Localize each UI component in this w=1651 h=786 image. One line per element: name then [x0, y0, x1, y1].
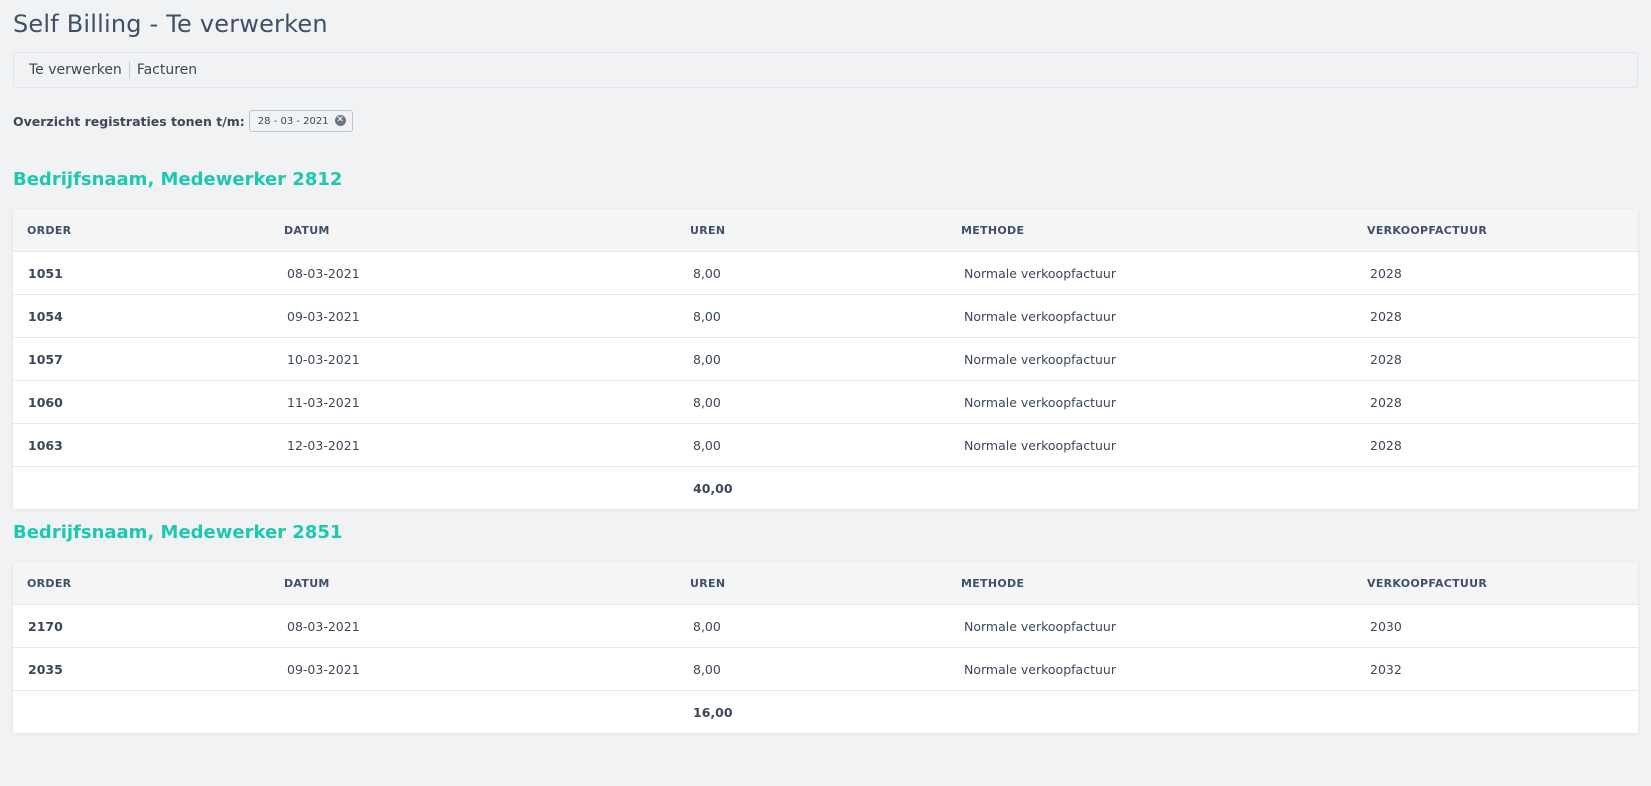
- cell-verkoopfactuur: 2030: [1370, 618, 1402, 634]
- cell-methode: Normale verkoopfactuur: [964, 351, 1116, 367]
- column-header-methode: METHODE: [961, 223, 1025, 237]
- page-title: Self Billing - Te verwerken: [13, 10, 328, 38]
- cell-methode: Normale verkoopfactuur: [964, 308, 1116, 324]
- column-header-order: ORDER: [27, 223, 72, 237]
- cell-uren: 8,00: [693, 351, 721, 367]
- cell-verkoopfactuur: 2028: [1370, 437, 1402, 453]
- table-row[interactable]: 1063 12-03-2021 8,00 Normale verkoopfact…: [13, 423, 1638, 466]
- cell-order: 1054: [28, 308, 63, 324]
- cell-order: 1060: [28, 394, 63, 410]
- column-header-uren: UREN: [690, 576, 726, 590]
- cell-order: 1051: [28, 265, 63, 281]
- tab-bar: Te verwerken Facturen: [13, 52, 1638, 88]
- table-header: ORDER DATUM UREN METHODE VERKOOPFACTUUR: [13, 562, 1638, 604]
- column-header-datum: DATUM: [284, 223, 330, 237]
- cell-methode: Normale verkoopfactuur: [964, 437, 1116, 453]
- cell-methode: Normale verkoopfactuur: [964, 265, 1116, 281]
- cell-methode: Normale verkoopfactuur: [964, 661, 1116, 677]
- column-header-verkoopfactuur: VERKOOPFACTUUR: [1367, 223, 1488, 237]
- table-row[interactable]: 1057 10-03-2021 8,00 Normale verkoopfact…: [13, 337, 1638, 380]
- table-row[interactable]: 2035 09-03-2021 8,00 Normale verkoopfact…: [13, 647, 1638, 690]
- tab-facturen[interactable]: Facturen: [130, 61, 204, 79]
- close-circle-icon[interactable]: ✕: [334, 114, 346, 126]
- column-header-datum: DATUM: [284, 576, 330, 590]
- cell-uren: 8,00: [693, 308, 721, 324]
- column-header-order: ORDER: [27, 576, 72, 590]
- cell-verkoopfactuur: 2028: [1370, 394, 1402, 410]
- tab-te-verwerken[interactable]: Te verwerken: [29, 61, 129, 79]
- cell-uren: 8,00: [693, 661, 721, 677]
- cell-datum: 12-03-2021: [287, 437, 360, 453]
- cell-datum: 08-03-2021: [287, 265, 360, 281]
- group-title: Bedrijfsnaam, Medewerker 2812: [13, 169, 343, 190]
- table-row[interactable]: 1054 09-03-2021 8,00 Normale verkoopfact…: [13, 294, 1638, 337]
- date-filter: Overzicht registraties tonen t/m: 28 - 0…: [13, 110, 353, 132]
- cell-datum: 09-03-2021: [287, 661, 360, 677]
- cell-verkoopfactuur: 2032: [1370, 661, 1402, 677]
- date-value[interactable]: 28 - 03 - 2021: [258, 116, 329, 127]
- cell-uren: 8,00: [693, 394, 721, 410]
- cell-verkoopfactuur: 2028: [1370, 265, 1402, 281]
- cell-methode: Normale verkoopfactuur: [964, 618, 1116, 634]
- cell-datum: 08-03-2021: [287, 618, 360, 634]
- table-total-row: 40,00: [13, 466, 1638, 509]
- cell-verkoopfactuur: 2028: [1370, 308, 1402, 324]
- total-uren: 40,00: [693, 480, 733, 496]
- cell-order: 1057: [28, 351, 63, 367]
- table-header: ORDER DATUM UREN METHODE VERKOOPFACTUUR: [13, 209, 1638, 251]
- column-header-uren: UREN: [690, 223, 726, 237]
- cell-order: 2170: [28, 618, 63, 634]
- registrations-table: ORDER DATUM UREN METHODE VERKOOPFACTUUR …: [13, 562, 1638, 733]
- date-input[interactable]: 28 - 03 - 2021 ✕: [248, 110, 353, 132]
- table-row[interactable]: 1060 11-03-2021 8,00 Normale verkoopfact…: [13, 380, 1638, 423]
- date-filter-label: Overzicht registraties tonen t/m:: [13, 113, 245, 129]
- table-row[interactable]: 1051 08-03-2021 8,00 Normale verkoopfact…: [13, 251, 1638, 294]
- cell-datum: 10-03-2021: [287, 351, 360, 367]
- group-title: Bedrijfsnaam, Medewerker 2851: [13, 522, 343, 543]
- registrations-table: ORDER DATUM UREN METHODE VERKOOPFACTUUR …: [13, 209, 1638, 509]
- cell-methode: Normale verkoopfactuur: [964, 394, 1116, 410]
- table-row[interactable]: 2170 08-03-2021 8,00 Normale verkoopfact…: [13, 604, 1638, 647]
- cell-uren: 8,00: [693, 618, 721, 634]
- cell-datum: 09-03-2021: [287, 308, 360, 324]
- cell-order: 1063: [28, 437, 63, 453]
- total-uren: 16,00: [693, 704, 733, 720]
- column-header-verkoopfactuur: VERKOOPFACTUUR: [1367, 576, 1488, 590]
- cell-verkoopfactuur: 2028: [1370, 351, 1402, 367]
- column-header-methode: METHODE: [961, 576, 1025, 590]
- cell-uren: 8,00: [693, 265, 721, 281]
- table-total-row: 16,00: [13, 690, 1638, 733]
- cell-uren: 8,00: [693, 437, 721, 453]
- cell-order: 2035: [28, 661, 63, 677]
- cell-datum: 11-03-2021: [287, 394, 360, 410]
